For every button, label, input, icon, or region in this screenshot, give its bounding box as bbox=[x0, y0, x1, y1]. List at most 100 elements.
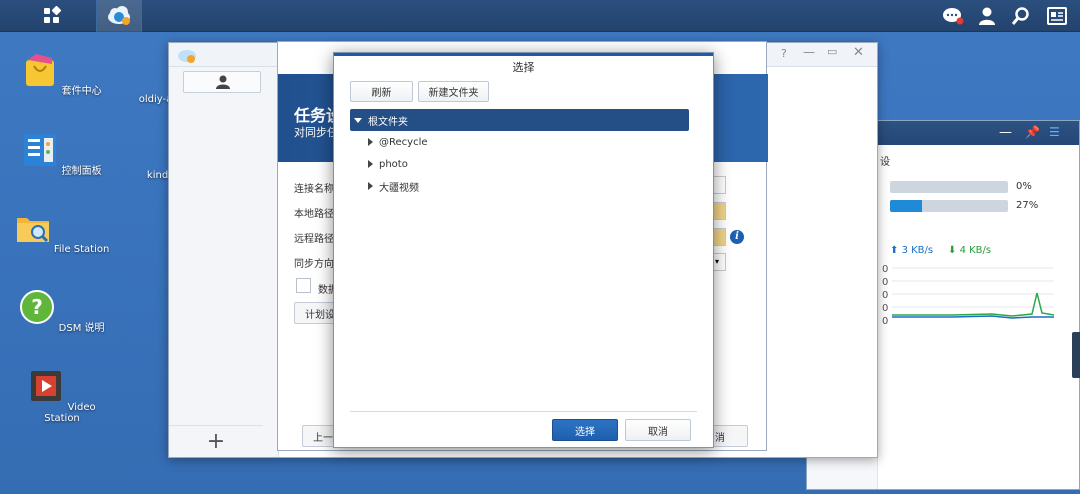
data-option-checkbox[interactable] bbox=[296, 278, 311, 293]
refresh-button-label: 刷新 bbox=[371, 88, 392, 99]
select-folder-dialog: 选择 刷新 新建文件夹 根文件夹 @Recycle photo 大疆视频 选择 … bbox=[333, 52, 714, 448]
ram-percent: 27% bbox=[1016, 200, 1039, 211]
ram-bar bbox=[890, 200, 1008, 212]
cloud-sync-app-icon bbox=[178, 50, 196, 63]
collapsed-arrow-icon[interactable] bbox=[368, 160, 373, 168]
widgets-button[interactable] bbox=[1040, 0, 1074, 32]
help-icon: ? bbox=[20, 290, 55, 324]
desktop-icon-label: Video Station bbox=[44, 402, 96, 424]
tree-root-node[interactable]: 根文件夹 bbox=[350, 109, 689, 131]
desktop-icon-label: 控制面板 bbox=[61, 166, 102, 177]
download-speed-value: 4 KB/s bbox=[959, 245, 992, 256]
remote-path-label: 远程路径 bbox=[294, 234, 334, 245]
sync-direction-label: 同步方向 bbox=[294, 259, 334, 270]
cloud-sync-icon bbox=[108, 6, 130, 25]
tree-item-label: 大疆视频 bbox=[379, 182, 419, 194]
search-button[interactable] bbox=[1004, 0, 1038, 32]
minimize-icon[interactable]: — bbox=[999, 125, 1012, 140]
cancel-button-label: 取消 bbox=[648, 426, 668, 438]
wizard-subtitle: 对同步任 bbox=[294, 126, 338, 139]
schedule-settings-label: 计划设 bbox=[305, 309, 335, 321]
plus-icon: + bbox=[206, 429, 226, 454]
tree-item-label: photo bbox=[379, 158, 408, 170]
tree-item-photo[interactable]: photo bbox=[350, 153, 689, 175]
user-icon bbox=[979, 7, 995, 25]
select-button-label: 选择 bbox=[575, 426, 595, 438]
cpu-bar bbox=[890, 181, 1008, 193]
cpu-percent: 0% bbox=[1016, 181, 1032, 192]
svg-text:?: ? bbox=[32, 295, 44, 319]
desktop-icon-dsm-help[interactable]: ? DSM 说明 bbox=[12, 289, 112, 334]
shopping-bag-icon bbox=[26, 54, 55, 86]
add-connection-button[interactable]: + bbox=[169, 425, 263, 457]
chat-bubble-icon bbox=[943, 8, 964, 25]
tree-root-label: 根文件夹 bbox=[368, 116, 408, 128]
previous-button-label: 上一 bbox=[313, 432, 333, 444]
resource-monitor-body: 设 0% 27% ⬆ 3 KB/s ⬇ 4 KB/s 0 0 0 0 0 bbox=[877, 145, 1079, 489]
video-play-icon bbox=[31, 371, 62, 401]
upload-line bbox=[892, 315, 1054, 319]
pin-icon[interactable]: 📌 bbox=[1025, 125, 1040, 139]
tree-item-label: @Recycle bbox=[379, 136, 428, 148]
connection-name-label: 连接名称 bbox=[294, 184, 334, 195]
side-panel-handle[interactable] bbox=[1072, 332, 1080, 378]
new-folder-button[interactable]: 新建文件夹 bbox=[418, 81, 489, 102]
upload-speed: ⬆ 3 KB/s bbox=[890, 245, 934, 256]
widget-menu-icon[interactable]: ☰ bbox=[1049, 125, 1060, 139]
desktop-icon-label: 套件中心 bbox=[61, 86, 102, 97]
desktop-icon-video-station[interactable]: Video Station bbox=[12, 368, 112, 424]
grid-icon bbox=[44, 6, 62, 23]
dialog-separator bbox=[350, 411, 697, 412]
tab-user[interactable] bbox=[183, 71, 261, 93]
local-path-label: 本地路径 bbox=[294, 209, 334, 220]
desktop-icon-package-center[interactable]: 套件中心 bbox=[12, 52, 112, 97]
network-chart bbox=[892, 267, 1054, 319]
maximize-window-icon[interactable]: ▭ bbox=[827, 45, 837, 58]
desktop-icon-label: DSM 说明 bbox=[58, 323, 105, 334]
network-axis: 0 0 0 0 0 bbox=[882, 263, 888, 328]
new-folder-button-label: 新建文件夹 bbox=[428, 88, 479, 99]
collapsed-arrow-icon[interactable] bbox=[368, 138, 373, 146]
watermark-logo-text: 值 bbox=[916, 458, 934, 479]
dialog-title: 选择 bbox=[512, 61, 535, 74]
folder-tree: 根文件夹 @Recycle photo 大疆视频 bbox=[350, 109, 689, 409]
dashboard-icon bbox=[1047, 7, 1067, 25]
expanded-arrow-icon[interactable] bbox=[354, 117, 362, 123]
desktop-icon-control-panel[interactable]: 控制面板 bbox=[12, 132, 112, 177]
cancel-button[interactable]: 取消 bbox=[625, 419, 691, 441]
tree-item-dji-videos[interactable]: 大疆视频 bbox=[350, 175, 689, 197]
watermark: 值 什么值得买 bbox=[906, 448, 1047, 486]
user-button[interactable] bbox=[970, 0, 1004, 32]
notifications-button[interactable] bbox=[936, 0, 970, 32]
axis-tick: 0 bbox=[882, 316, 889, 327]
watermark-text: 什么值得买 bbox=[952, 458, 1047, 479]
watermark-logo: 值 bbox=[906, 448, 944, 486]
desktop-icon-label: File Station bbox=[53, 244, 110, 255]
user-tab-icon bbox=[216, 75, 230, 89]
main-menu-button[interactable] bbox=[22, 0, 82, 32]
minimize-window-icon[interactable]: — bbox=[803, 45, 815, 59]
tree-item-recycle[interactable]: @Recycle bbox=[350, 131, 689, 153]
wizard-cancel-label: 消 bbox=[715, 432, 725, 444]
select-button[interactable]: 选择 bbox=[552, 419, 618, 441]
ram-bar-fill bbox=[890, 200, 922, 212]
refresh-button[interactable]: 刷新 bbox=[350, 81, 413, 102]
desktop-icon-file-station[interactable]: File Station bbox=[12, 210, 112, 255]
folder-search-icon bbox=[16, 218, 49, 243]
collapsed-arrow-icon[interactable] bbox=[368, 182, 373, 190]
control-panel-icon bbox=[24, 134, 57, 166]
download-line bbox=[892, 292, 1054, 317]
axis-tick: 0 bbox=[882, 277, 889, 288]
cloud-sync-sidebar: + bbox=[169, 67, 279, 457]
help-title-icon[interactable]: ? bbox=[781, 47, 787, 60]
close-window-icon[interactable]: ✕ bbox=[853, 45, 864, 60]
taskbar bbox=[0, 0, 1080, 32]
cloud-sync-taskbar-button[interactable] bbox=[96, 0, 142, 32]
axis-tick: 0 bbox=[882, 264, 889, 275]
resource-monitor-title: 设 bbox=[880, 157, 890, 168]
info-icon[interactable]: i bbox=[730, 230, 744, 244]
search-icon bbox=[1011, 7, 1029, 25]
download-speed: ⬇ 4 KB/s bbox=[948, 245, 992, 256]
axis-tick: 0 bbox=[882, 303, 889, 314]
upload-speed-value: 3 KB/s bbox=[901, 245, 934, 256]
